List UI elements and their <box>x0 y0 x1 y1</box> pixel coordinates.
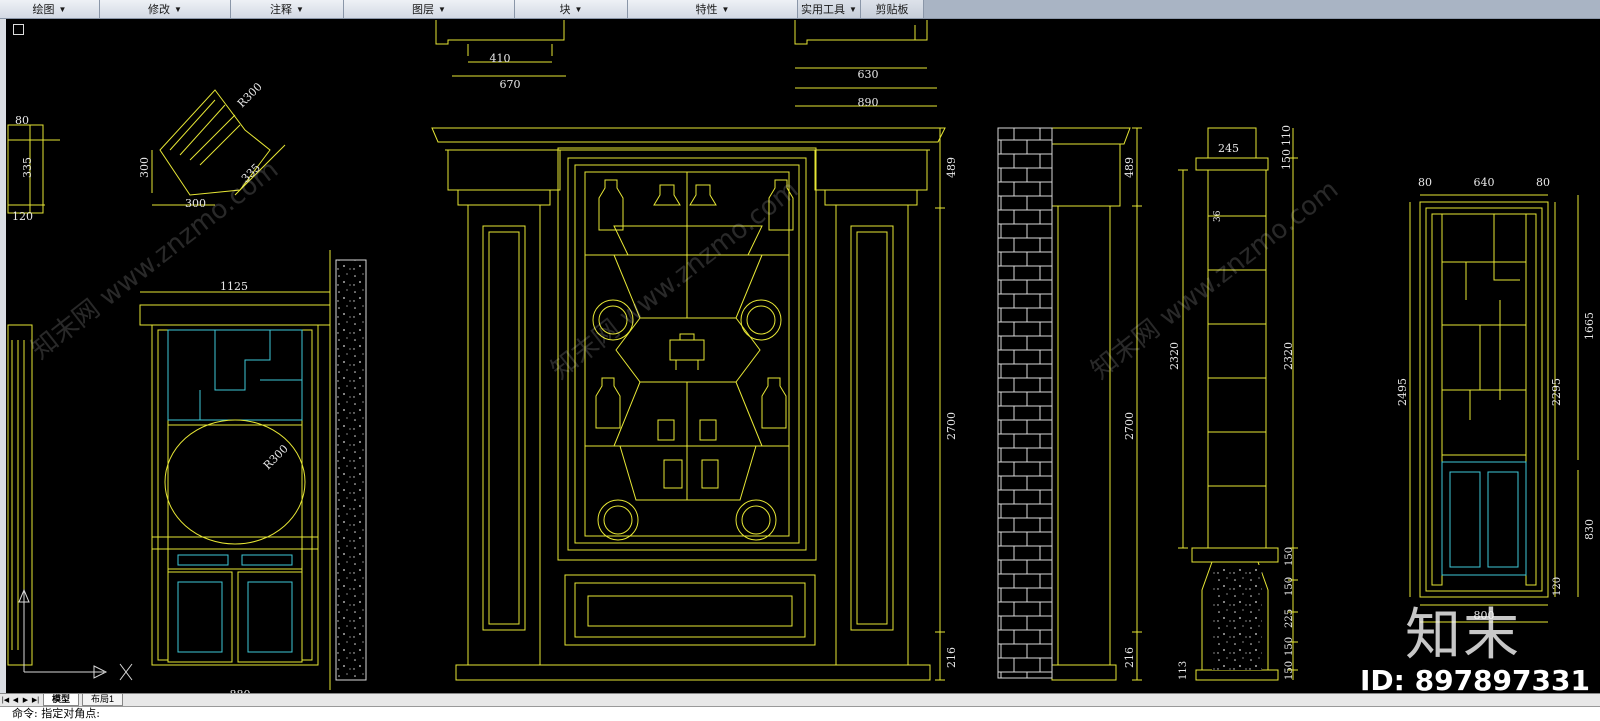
ribbon-annotate-panel[interactable]: 注释 ▼ <box>231 0 344 18</box>
drawing-canvas[interactable] <box>0 19 1600 693</box>
viewport-control-box[interactable] <box>13 24 24 35</box>
ribbon-block-panel[interactable]: 块 ▼ <box>515 0 628 18</box>
layout-tab-bar: |◀ ◀ ▶ ▶| 模型 布局1 <box>0 693 1600 706</box>
ribbon-properties-label: 特性 <box>695 4 718 16</box>
canvas-left-edge <box>0 19 6 693</box>
chevron-down-icon: ▼ <box>574 4 583 14</box>
ribbon-clipboard-panel[interactable]: 剪贴板 <box>861 0 924 18</box>
ribbon-layers-label: 图层 <box>412 4 435 16</box>
ribbon-filler <box>924 0 1600 18</box>
ribbon-clipboard-label: 剪贴板 <box>875 4 909 16</box>
ribbon-modify-label: 修改 <box>148 4 171 16</box>
tab-model[interactable]: 模型 <box>43 694 80 706</box>
chevron-down-icon: ▼ <box>174 4 182 14</box>
chevron-down-icon: ▼ <box>58 4 67 14</box>
prev-tab-icon[interactable]: ◀ <box>11 695 20 705</box>
ribbon-utilities-label: 实用工具 <box>801 4 846 16</box>
first-tab-icon[interactable]: |◀ <box>1 695 10 705</box>
command-text: 命令: 指定对角点: <box>12 707 100 720</box>
chevron-down-icon: ▼ <box>296 4 304 14</box>
ribbon-properties-panel[interactable]: 特性 ▼ <box>628 0 798 18</box>
ribbon-layers-panel[interactable]: 图层 ▼ <box>344 0 515 18</box>
chevron-down-icon: ▼ <box>438 4 446 14</box>
ribbon-annotate-label: 注释 <box>270 4 293 16</box>
ribbon-panel-bar: 绘图 ▼ 修改 ▼ 注释 ▼ 图层 ▼ 块 ▼ 特性 ▼ 实用工具 ▼ 剪贴板 <box>0 0 1600 19</box>
ribbon-draw-label: 绘图 <box>32 4 55 16</box>
ribbon-block-label: 块 <box>559 4 571 16</box>
watermark-logo: 知末 <box>1405 603 1521 668</box>
chevron-down-icon: ▼ <box>721 4 730 14</box>
chevron-down-icon: ▼ <box>849 4 857 14</box>
next-tab-icon[interactable]: ▶ <box>21 695 30 705</box>
ribbon-modify-panel[interactable]: 修改 ▼ <box>100 0 231 18</box>
ribbon-draw-panel[interactable]: 绘图 ▼ <box>0 0 100 18</box>
tab-layout1[interactable]: 布局1 <box>82 694 124 706</box>
command-line[interactable]: 命令: 指定对角点: <box>0 706 1600 721</box>
ribbon-utilities-panel[interactable]: 实用工具 ▼ <box>798 0 861 18</box>
last-tab-icon[interactable]: ▶| <box>31 695 40 705</box>
